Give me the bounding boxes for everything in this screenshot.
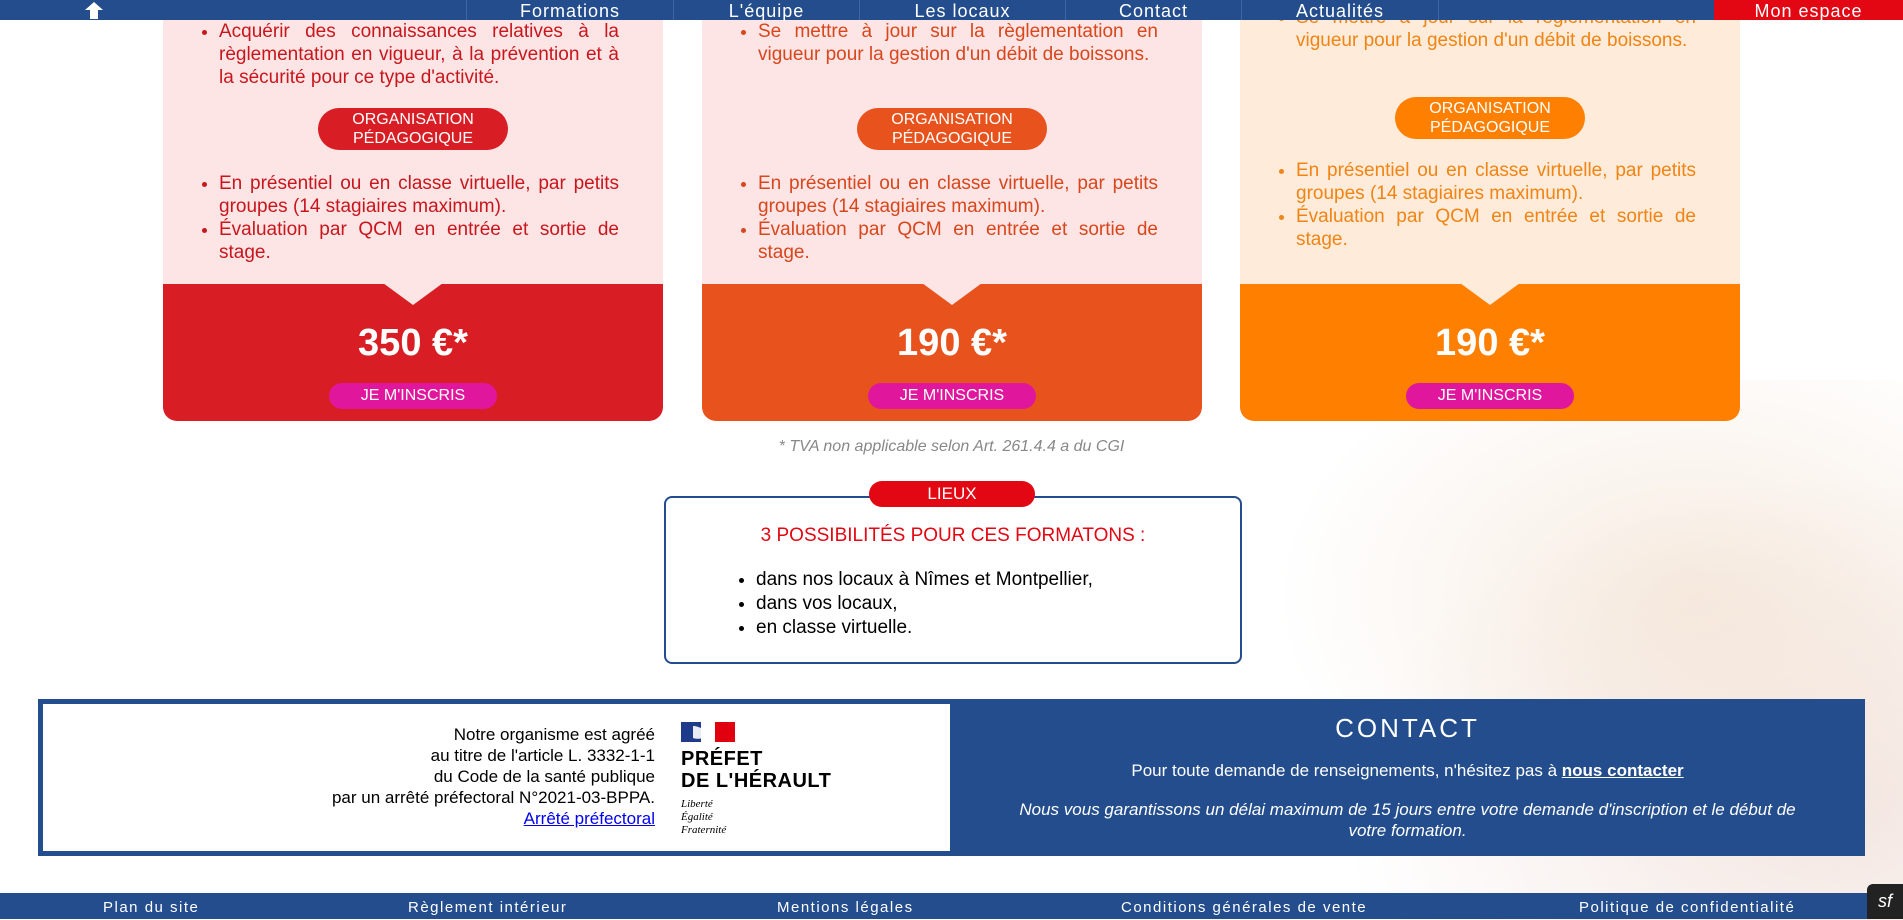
nous-contacter-link[interactable]: nous contacter (1562, 761, 1684, 780)
list-item: Évaluation par QCM en entrée et sortie d… (219, 218, 619, 264)
card-notch (922, 283, 982, 305)
organisation-pedagogique-button[interactable]: ORGANISATION PÉDAGOGIQUE (1395, 97, 1585, 139)
tva-note: * TVA non applicable selon Art. 261.4.4 … (778, 438, 1125, 455)
footer: Plan du site Règlement intérieur Mention… (0, 893, 1903, 919)
agreement-line: Notre organisme est agréé (453, 725, 655, 744)
pill-label-line2: PÉDAGOGIQUE (891, 130, 1013, 147)
nav-item-equipe[interactable]: L'équipe (673, 0, 859, 21)
nav-item-contact[interactable]: Contact (1065, 0, 1241, 21)
prefet-line1: PRÉFET (681, 748, 763, 770)
contact-title: CONTACT (1335, 713, 1480, 743)
card-notch (1460, 283, 1520, 305)
footer-link-mentions-legales[interactable]: Mentions légales (777, 899, 914, 916)
formation-card-3: Se mettre à jour sur la règlementation e… (1240, 0, 1740, 421)
agreement-line: du Code de la santé publique (433, 767, 655, 786)
signup-button[interactable]: JE M'INSCRIS (1406, 383, 1574, 409)
list-item: dans nos locaux à Nîmes et Montpellier, (756, 568, 1093, 592)
signup-button[interactable]: JE M'INSCRIS (329, 383, 497, 409)
agreement-line: au titre de l'article L. 3332-1-1 (430, 746, 655, 765)
price: 190 €* (897, 322, 1007, 364)
card-modalities: En présentiel ou en classe virtuelle, pa… (163, 172, 619, 264)
organisation-pedagogique-button[interactable]: ORGANISATION PÉDAGOGIQUE (318, 108, 508, 150)
card-details: Acquérir des connaissances relatives à l… (163, 0, 663, 284)
card-details: Se mettre à jour sur la règlementation e… (702, 0, 1202, 284)
prefet-name: PRÉFET DE L'HÉRAULT (681, 748, 831, 792)
contact-line-text: Pour toute demande de renseignements, n'… (1131, 761, 1562, 780)
mon-espace-button[interactable]: Mon espace (1714, 0, 1903, 21)
prefet-logo: PRÉFET DE L'HÉRAULT Liberté Égalité Frat… (681, 722, 841, 837)
arrete-prefectoral-link[interactable]: Arrêté préfectoral (524, 809, 655, 828)
price: 350 €* (358, 322, 468, 364)
list-item: En présentiel ou en classe virtuelle, pa… (219, 172, 619, 218)
list-item: Évaluation par QCM en entrée et sortie d… (758, 218, 1158, 264)
prefet-line2: DE L'HÉRAULT (681, 770, 832, 792)
lieux-list: dans nos locaux à Nîmes et Montpellier, … (736, 568, 1093, 640)
info-band: Notre organisme est agréé au titre de l'… (38, 699, 1865, 856)
lieux-tag: LIEUX (869, 481, 1035, 507)
formation-card-2: Se mettre à jour sur la règlementation e… (702, 0, 1202, 421)
list-item: Acquérir des connaissances relatives à l… (219, 20, 619, 89)
lieux-title: 3 POSSIBILITÉS POUR CES FORMATONS : (760, 525, 1146, 546)
footer-link-cgv[interactable]: Conditions générales de vente (1121, 899, 1367, 916)
pill-label-line2: PÉDAGOGIQUE (352, 130, 474, 147)
card-price-area: 190 €* JE M'INSCRIS (702, 283, 1202, 421)
card-objectives: Se mettre à jour sur la règlementation e… (702, 20, 1158, 66)
card-objectives: Acquérir des connaissances relatives à l… (163, 20, 619, 89)
card-price-area: 190 €* JE M'INSCRIS (1240, 283, 1740, 421)
card-price-area: 350 €* JE M'INSCRIS (163, 283, 663, 421)
list-item: Évaluation par QCM en entrée et sortie d… (1296, 205, 1696, 251)
card-details: Se mettre à jour sur la règlementation e… (1240, 0, 1740, 284)
card-modalities: En présentiel ou en classe virtuelle, pa… (702, 172, 1158, 264)
footer-link-confidentialite[interactable]: Politique de confidentialité (1579, 899, 1795, 916)
pill-label-line2: PÉDAGOGIQUE (1429, 119, 1551, 136)
formation-card-1: Acquérir des connaissances relatives à l… (163, 0, 663, 421)
motto-word: Liberté (681, 798, 713, 810)
organisation-pedagogique-button[interactable]: ORGANISATION PÉDAGOGIQUE (857, 108, 1047, 150)
motto-word: Égalité (681, 811, 713, 823)
card-modalities: En présentiel ou en classe virtuelle, pa… (1240, 159, 1696, 251)
republic-motto: Liberté Égalité Fraternité (681, 798, 726, 837)
nav-item-formations[interactable]: Formations (466, 0, 673, 21)
agreement-panel: Notre organisme est agréé au titre de l'… (43, 704, 950, 851)
marianne-flag-icon (681, 722, 735, 742)
pill-label-line1: ORGANISATION (1429, 100, 1551, 117)
agreement-text: Notre organisme est agréé au titre de l'… (332, 724, 655, 829)
nav-item-actualites[interactable]: Actualités (1241, 0, 1438, 21)
lieux-box: 3 POSSIBILITÉS POUR CES FORMATONS : dans… (664, 496, 1242, 664)
top-navigation: Formations L'équipe Les locaux Contact A… (0, 0, 1903, 21)
list-item: En présentiel ou en classe virtuelle, pa… (758, 172, 1158, 218)
contact-line: Pour toute demande de renseignements, n'… (950, 761, 1865, 781)
list-item: En présentiel ou en classe virtuelle, pa… (1296, 159, 1696, 205)
symfony-toolbar-icon[interactable]: sf (1867, 884, 1903, 919)
price: 190 €* (1435, 322, 1545, 364)
footer-link-reglement-interieur[interactable]: Règlement intérieur (408, 899, 567, 916)
contact-guarantee-note: Nous vous garantissons un délai maximum … (1019, 800, 1796, 840)
list-item: en classe virtuelle. (756, 616, 1093, 640)
list-item: Se mettre à jour sur la règlementation e… (758, 20, 1158, 66)
card-notch (383, 283, 443, 305)
signup-button[interactable]: JE M'INSCRIS (868, 383, 1036, 409)
list-item: dans vos locaux, (756, 592, 1093, 616)
agreement-line: par un arrêté préfectoral N°2021-03-BPPA… (331, 788, 655, 807)
pill-label-line1: ORGANISATION (891, 111, 1013, 128)
motto-word: Fraternité (681, 824, 727, 836)
footer-link-plan-du-site[interactable]: Plan du site (103, 899, 199, 916)
nav-separator (1438, 0, 1714, 20)
nav-item-locaux[interactable]: Les locaux (859, 0, 1065, 21)
home-icon[interactable] (84, 1, 104, 19)
pill-label-line1: ORGANISATION (352, 111, 474, 128)
